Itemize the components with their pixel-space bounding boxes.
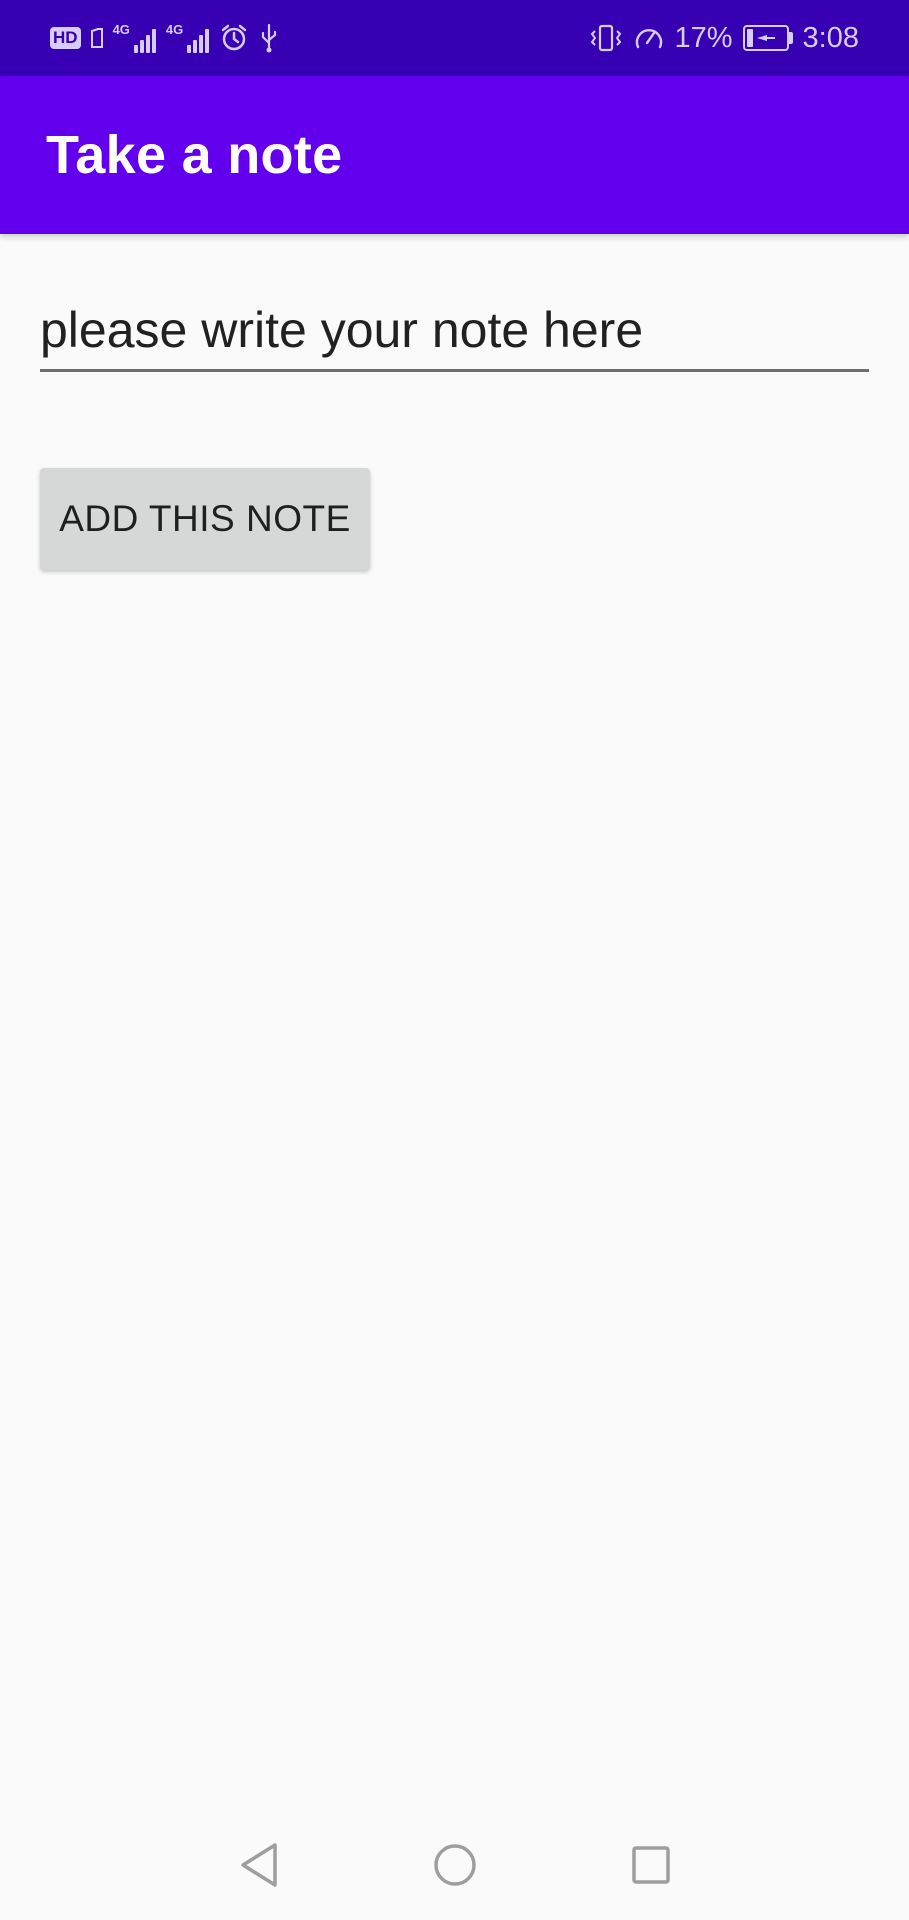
status-bar-left: HD 4G 4G xyxy=(50,23,279,53)
note-input[interactable] xyxy=(40,290,869,369)
recents-button[interactable] xyxy=(623,1837,679,1893)
speed-percent: 17% xyxy=(674,21,733,54)
alarm-icon xyxy=(222,24,247,51)
page-title: Take a note xyxy=(46,125,343,185)
hd-icon: HD xyxy=(50,27,81,49)
add-note-button[interactable]: ADD THIS NOTE xyxy=(40,468,370,570)
signal-icon: 4G xyxy=(165,22,210,53)
signal-icon: 4G xyxy=(113,23,156,53)
navigation-bar xyxy=(0,1810,909,1920)
battery-charging-icon xyxy=(742,25,793,51)
app-bar: Take a note xyxy=(0,76,909,234)
sim-icon xyxy=(90,28,103,48)
vibrate-icon xyxy=(590,24,621,52)
note-field xyxy=(40,290,869,372)
back-icon xyxy=(240,1843,277,1887)
status-bar-right: 17% 3:08 xyxy=(589,21,859,55)
usb-icon xyxy=(262,23,277,53)
clock-time: 3:08 xyxy=(802,21,859,54)
network-type-label: 4G xyxy=(112,22,130,37)
home-icon xyxy=(433,1844,476,1886)
screen: HD 4G 4G 17% 3:08 Take a note please wri… xyxy=(0,0,909,1920)
network-type-label: 4G xyxy=(165,22,184,37)
status-bar: HD 4G 4G 17% 3:08 xyxy=(0,0,909,76)
back-button[interactable] xyxy=(231,1837,287,1893)
home-button[interactable] xyxy=(427,1837,483,1893)
recents-icon xyxy=(631,1846,670,1884)
speedometer-icon xyxy=(635,29,662,49)
